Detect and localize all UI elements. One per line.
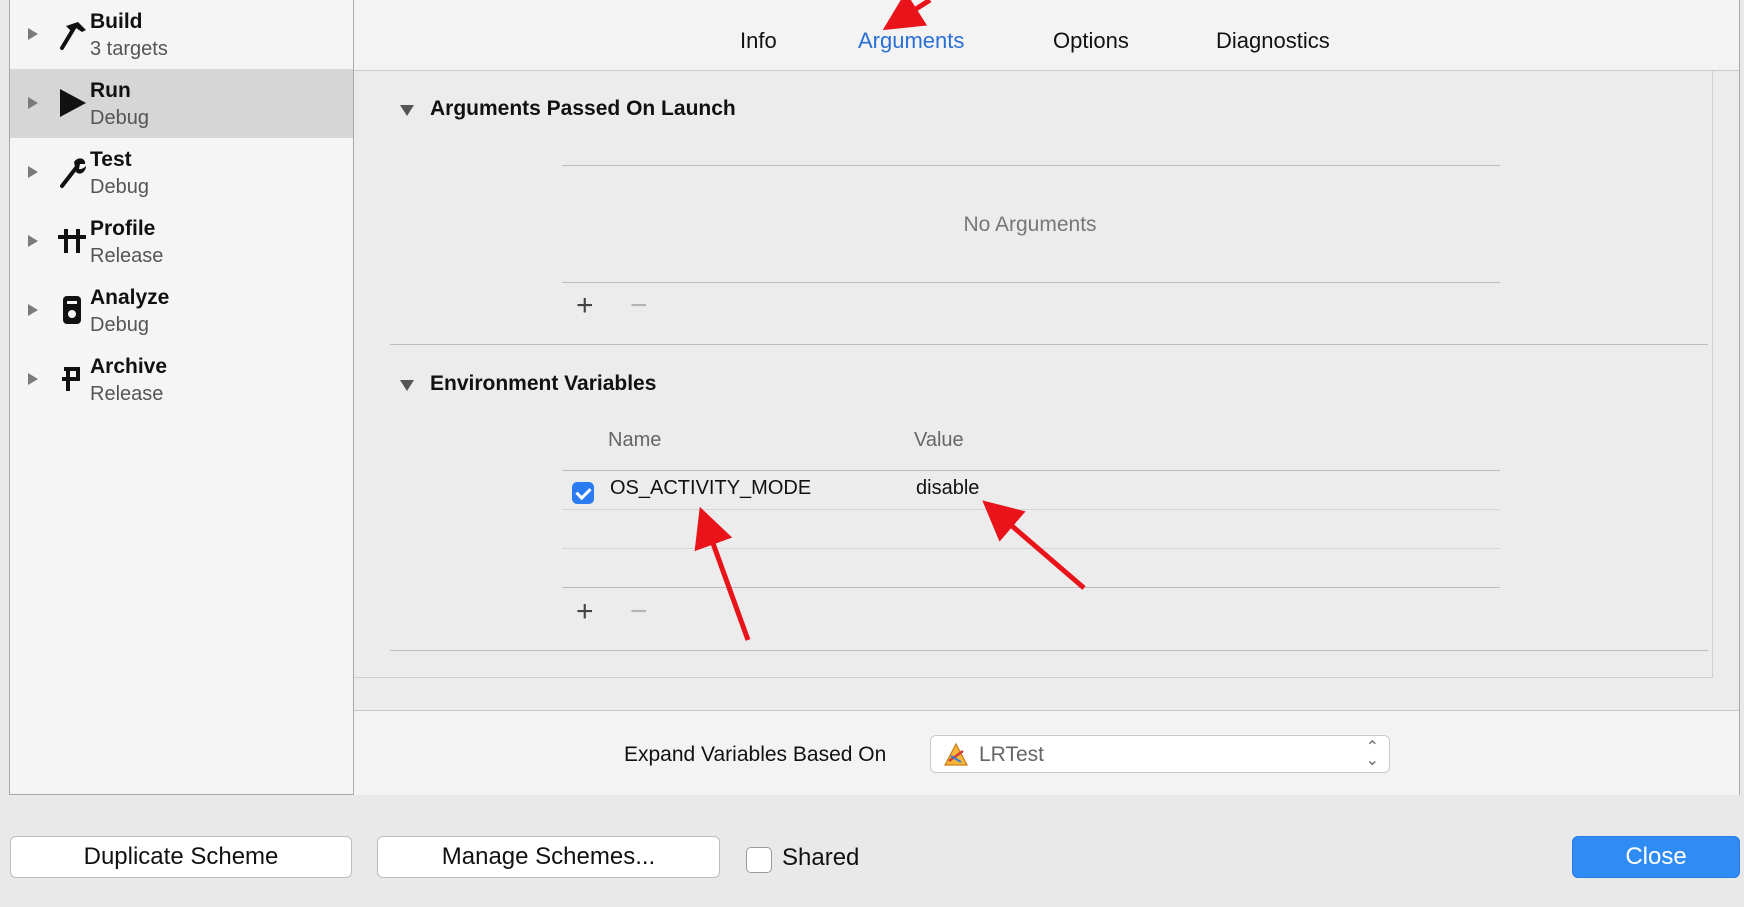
shared-checkbox[interactable] <box>746 847 772 873</box>
tab-info[interactable]: Info <box>740 28 777 54</box>
no-arguments-note: No Arguments <box>963 213 1097 236</box>
sidebar-item-subtitle: 3 targets <box>90 38 168 60</box>
hammer-icon <box>60 22 86 50</box>
sidebar-item-run[interactable]: Run Debug <box>10 69 353 138</box>
play-icon <box>60 89 86 117</box>
arguments-panel: Arguments Passed On Launch No Arguments … <box>354 71 1713 678</box>
sidebar-item-subtitle: Debug <box>90 107 149 129</box>
env-column-name-header: Name <box>608 429 662 451</box>
row-divider <box>562 509 1500 510</box>
env-enabled-checkbox[interactable] <box>572 482 594 504</box>
disclosure-triangle-icon[interactable] <box>28 28 38 40</box>
manage-schemes-button[interactable]: Manage Schemes... <box>377 836 720 878</box>
env-name-cell[interactable]: OS_ACTIVITY_MODE <box>610 477 811 500</box>
divider <box>562 282 1500 283</box>
analyze-icon <box>63 296 81 324</box>
scheme-actions-sidebar: Build 3 targets Run Debug Test Debug Pro… <box>10 0 354 794</box>
sidebar-item-title: Analyze <box>90 286 170 309</box>
disclosure-triangle-icon[interactable] <box>28 166 38 178</box>
sidebar-item-analyze[interactable]: Analyze Debug <box>10 276 353 345</box>
expand-variables-label: Expand Variables Based On <box>624 743 887 766</box>
duplicate-scheme-button[interactable]: Duplicate Scheme <box>10 836 352 878</box>
close-button[interactable]: Close <box>1572 836 1740 878</box>
section-divider <box>390 344 1708 345</box>
expand-variables-bar: Expand Variables Based On LRTest ⌃ ⌄ <box>354 710 1739 795</box>
divider <box>562 165 1500 166</box>
divider <box>562 470 1500 471</box>
tab-bar: Info Arguments Options Diagnostics <box>354 0 1739 71</box>
sidebar-item-title: Profile <box>90 217 156 240</box>
chevron-updown-icon: ⌃ ⌄ <box>1365 739 1379 769</box>
remove-argument-button[interactable]: − <box>630 291 648 321</box>
archive-icon <box>62 367 80 391</box>
row-divider <box>562 548 1500 549</box>
sidebar-item-test[interactable]: Test Debug <box>10 138 353 207</box>
disclosure-triangle-icon[interactable] <box>28 373 38 385</box>
section-divider <box>390 650 1708 651</box>
sidebar-item-title: Test <box>90 148 132 171</box>
section-collapse-triangle-icon[interactable] <box>400 105 414 116</box>
tab-diagnostics[interactable]: Diagnostics <box>1216 28 1330 54</box>
disclosure-triangle-icon[interactable] <box>28 97 38 109</box>
env-value-cell[interactable]: disable <box>916 477 979 500</box>
shared-label[interactable]: Shared <box>782 844 859 872</box>
sidebar-item-subtitle: Debug <box>90 176 149 198</box>
sidebar-item-title: Archive <box>90 355 168 378</box>
divider <box>562 587 1500 588</box>
tab-options[interactable]: Options <box>1053 28 1129 54</box>
expand-variables-selected: LRTest <box>979 743 1044 766</box>
add-env-variable-button[interactable]: + <box>576 597 594 627</box>
remove-env-variable-button[interactable]: − <box>630 597 648 627</box>
disclosure-triangle-icon[interactable] <box>28 235 38 247</box>
sidebar-item-subtitle: Debug <box>90 314 149 336</box>
arguments-section-title: Arguments Passed On Launch <box>430 97 736 120</box>
instruments-icon <box>58 229 86 253</box>
wrench-icon <box>60 158 86 188</box>
sidebar-item-archive[interactable]: Archive Release <box>10 345 353 414</box>
env-column-value-header: Value <box>914 429 964 451</box>
sidebar-item-build[interactable]: Build 3 targets <box>10 0 353 69</box>
add-argument-button[interactable]: + <box>576 291 594 321</box>
sidebar-item-title: Run <box>90 79 131 102</box>
app-target-icon <box>944 742 968 766</box>
expand-variables-select[interactable]: LRTest ⌃ ⌄ <box>930 735 1390 773</box>
sidebar-item-subtitle: Release <box>90 383 164 405</box>
env-section-title: Environment Variables <box>430 372 657 395</box>
section-collapse-triangle-icon[interactable] <box>400 380 414 391</box>
sidebar-item-profile[interactable]: Profile Release <box>10 207 353 276</box>
sidebar-item-title: Build <box>90 10 143 33</box>
tab-arguments[interactable]: Arguments <box>858 28 964 54</box>
disclosure-triangle-icon[interactable] <box>28 304 38 316</box>
sidebar-item-subtitle: Release <box>90 245 164 267</box>
